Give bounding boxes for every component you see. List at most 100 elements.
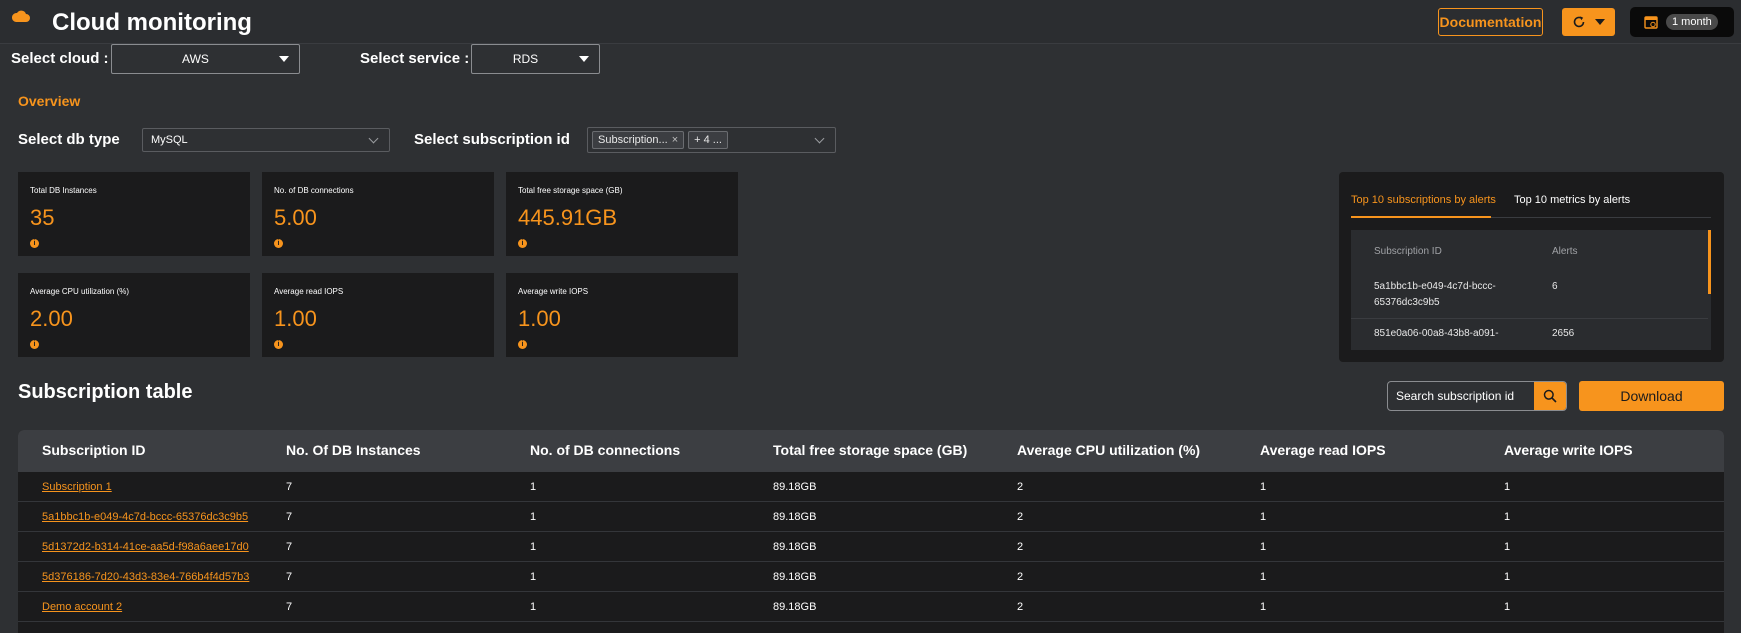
documentation-button[interactable]: Documentation	[1438, 8, 1543, 36]
cell-read-iops: 1	[1260, 601, 1267, 613]
service-select[interactable]: RDS	[471, 44, 600, 74]
subscription-table-title: Subscription table	[18, 381, 193, 403]
cell-db-instances: 7	[286, 511, 293, 523]
metric-card: Total free storage space (GB) 445.91GB i	[506, 172, 738, 256]
cell-db-connections: 1	[530, 511, 537, 523]
metric-card-value: 35	[30, 205, 55, 230]
cell-free-storage: 89.18GB	[773, 511, 817, 523]
table-row: Subscription 1 7 1 89.18GB 2 1 1	[18, 472, 1724, 502]
subscription-link[interactable]: 5d376186-7d20-43d3-83e4-766b4f4d57b3	[42, 571, 249, 583]
subscription-select[interactable]: Subscription... × + 4 ...	[587, 127, 836, 153]
cell-cpu-utilization: 2	[1017, 541, 1024, 553]
search-button[interactable]	[1534, 382, 1566, 410]
subscription-link[interactable]: 5a1bbc1b-e049-4c7d-bccc-65376dc3c9b5	[42, 511, 248, 523]
tab-metrics-by-alerts[interactable]: Top 10 metrics by alerts	[1514, 194, 1630, 206]
db-type-select[interactable]: MySQL	[142, 128, 390, 152]
chevron-down-icon	[814, 133, 825, 143]
cell-db-instances: 7	[286, 541, 293, 553]
alerts-col-subscription-id: Subscription ID	[1374, 246, 1442, 257]
db-type-label: Select db type	[18, 131, 120, 148]
metric-card-title: No. of DB connections	[274, 186, 354, 195]
table-header: Subscription ID No. Of DB Instances No. …	[18, 430, 1724, 472]
service-select-label: Select service :	[360, 50, 470, 67]
subscription-more-chip[interactable]: + 4 ...	[688, 131, 728, 149]
refresh-icon	[1573, 16, 1585, 28]
cell-cpu-utilization: 2	[1017, 601, 1024, 613]
metric-card: No. of DB connections 5.00 i	[262, 172, 494, 256]
info-icon[interactable]: i	[30, 340, 39, 349]
cell-cpu-utilization: 2	[1017, 481, 1024, 493]
col-free-storage: Total free storage space (GB)	[773, 442, 968, 458]
subscription-link[interactable]: Subscription 1	[42, 481, 112, 493]
search-box[interactable]: Search subscription id	[1387, 381, 1567, 411]
metric-card-value: 1.00	[274, 306, 317, 331]
info-icon[interactable]: i	[274, 239, 283, 248]
chevron-down-icon	[368, 133, 379, 143]
scrollbar[interactable]	[1708, 230, 1711, 294]
alerts-panel: Top 10 subscriptions by alerts Top 10 me…	[1339, 172, 1724, 362]
cell-cpu-utilization: 2	[1017, 511, 1024, 523]
table-row: 5d1372d2-b314-41ce-aa5d-f98a6aee17d0 7 1…	[18, 532, 1724, 562]
col-db-instances: No. Of DB Instances	[286, 442, 421, 458]
metric-card-title: Total free storage space (GB)	[518, 186, 623, 195]
cloud-select-label: Select cloud :	[11, 50, 109, 67]
subscription-chip-label: Subscription...	[598, 134, 668, 146]
cell-db-instances: 7	[286, 601, 293, 613]
active-tab-indicator	[1351, 216, 1491, 218]
alerts-row-count: 6	[1552, 281, 1558, 292]
info-icon[interactable]: i	[274, 340, 283, 349]
alerts-row-id: 851e0a06-00a8-43b8-a091-	[1374, 328, 1499, 339]
table-row: 5a1bbc1b-e049-4c7d-bccc-65376dc3c9b5 7 1…	[18, 502, 1724, 532]
app-title: Cloud monitoring	[52, 9, 252, 36]
top-bar: Cloud monitoring Documentation 1 month	[0, 0, 1741, 44]
col-write-iops: Average write IOPS	[1504, 442, 1633, 458]
cell-write-iops: 1	[1504, 541, 1511, 553]
metric-card-title: Average write IOPS	[518, 287, 589, 296]
cell-read-iops: 1	[1260, 481, 1267, 493]
overview-heading: Overview	[18, 93, 81, 109]
metric-card-value: 1.00	[518, 306, 561, 331]
table-row: Demo account 2 7 1 89.18GB 2 1 1	[18, 592, 1724, 622]
metric-card: Average read IOPS 1.00 i	[262, 273, 494, 357]
time-range-button[interactable]: 1 month	[1630, 7, 1734, 37]
metric-card: Total DB Instances 35 i	[18, 172, 250, 256]
refresh-button[interactable]	[1562, 8, 1615, 36]
subscription-chip[interactable]: Subscription... ×	[592, 131, 685, 149]
cell-free-storage: 89.18GB	[773, 571, 817, 583]
cloud-select-value: AWS	[182, 52, 209, 66]
close-icon[interactable]: ×	[672, 134, 678, 146]
metric-card-title: Average read IOPS	[274, 287, 344, 296]
col-db-connections: No. of DB connections	[530, 442, 681, 458]
metric-card-value: 2.00	[30, 306, 73, 331]
cell-read-iops: 1	[1260, 541, 1267, 553]
row-divider	[1351, 318, 1708, 319]
table-row: 5d376186-7d20-43d3-83e4-766b4f4d57b3 7 1…	[18, 562, 1724, 592]
info-icon[interactable]: i	[30, 239, 39, 248]
metric-card-value: 445.91GB	[518, 205, 618, 230]
subscription-link[interactable]: Demo account 2	[42, 601, 122, 613]
col-cpu-utilization: Average CPU utilization (%)	[1017, 442, 1201, 458]
caret-down-icon[interactable]	[1594, 18, 1605, 26]
metric-card-title: Average CPU utilization (%)	[30, 287, 130, 296]
metric-card-title: Total DB Instances	[30, 186, 97, 195]
cell-free-storage: 89.18GB	[773, 541, 817, 553]
info-icon[interactable]: i	[518, 239, 527, 248]
search-input[interactable]: Search subscription id	[1388, 389, 1534, 403]
cloud-select[interactable]: AWS	[111, 44, 300, 74]
info-icon[interactable]: i	[518, 340, 527, 349]
download-button[interactable]: Download	[1579, 381, 1724, 411]
service-select-value: RDS	[512, 52, 539, 66]
subscription-table: Subscription ID No. Of DB Instances No. …	[18, 430, 1724, 633]
alerts-row-count: 2656	[1552, 328, 1575, 339]
subscription-link[interactable]: 5d1372d2-b314-41ce-aa5d-f98a6aee17d0	[42, 541, 249, 553]
time-range-badge: 1 month	[1666, 14, 1718, 30]
col-read-iops: Average read IOPS	[1260, 442, 1386, 458]
search-icon	[1543, 389, 1557, 403]
metric-card-value: 5.00	[274, 205, 317, 230]
caret-down-icon	[279, 56, 289, 62]
cell-write-iops: 1	[1504, 481, 1511, 493]
tab-subscriptions-by-alerts[interactable]: Top 10 subscriptions by alerts	[1351, 194, 1496, 206]
alerts-list[interactable]: Subscription ID Alerts 5a1bbc1b-e049-4c7…	[1351, 230, 1711, 350]
col-subscription-id: Subscription ID	[42, 442, 146, 458]
metric-card: Average write IOPS 1.00 i	[506, 273, 738, 357]
